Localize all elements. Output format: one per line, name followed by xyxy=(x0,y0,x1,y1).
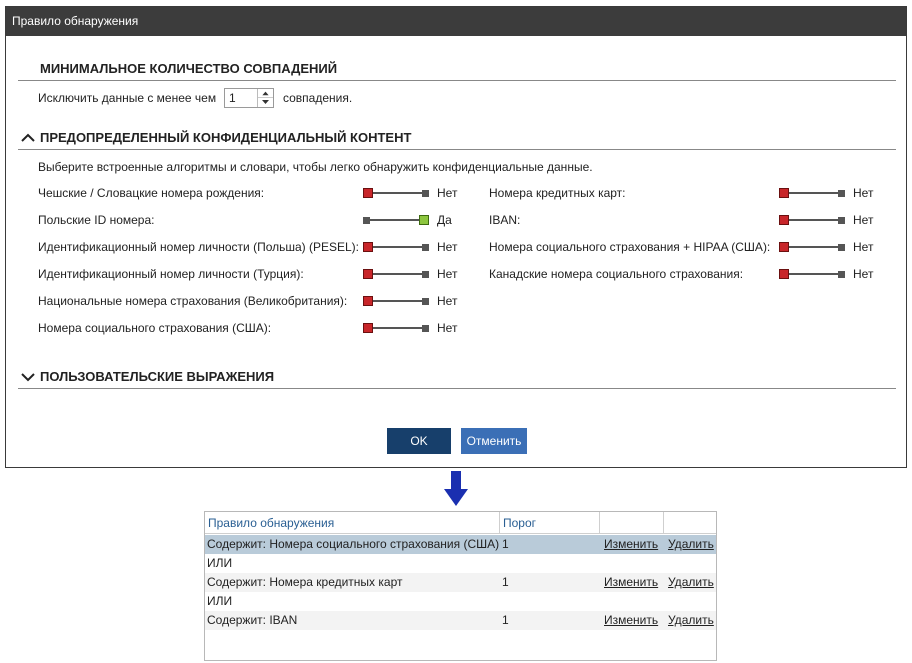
stepper-down-icon[interactable] xyxy=(258,98,273,107)
toggle-state-turkey-id: Нет xyxy=(437,267,458,281)
toggle-label-credit-cards: Номера кредитных карт: xyxy=(489,186,626,200)
rule-cell: Содержит: Номера социального страхования… xyxy=(207,537,500,551)
threshold-cell: 1 xyxy=(502,613,509,627)
ok-button[interactable]: OK xyxy=(387,428,451,454)
min-matches-section-header: МИНИМАЛЬНОЕ КОЛИЧЕСТВО СОВПАДЕНИЙ xyxy=(18,59,896,81)
toggle-state-credit-cards: Нет xyxy=(853,186,874,200)
or-separator: ИЛИ xyxy=(207,594,233,608)
arrow-down-icon xyxy=(444,471,468,506)
min-matches-heading: МИНИМАЛЬНОЕ КОЛИЧЕСТВО СОВПАДЕНИЙ xyxy=(40,61,338,76)
toggle-pesel[interactable] xyxy=(363,241,429,253)
rules-table: Правило обнаружения Порог Содержит: Номе… xyxy=(204,511,717,661)
toggle-state-canada-sin: Нет xyxy=(853,267,874,281)
table-row[interactable]: Содержит: Номера социального страхования… xyxy=(205,535,716,554)
toggle-label-czech-slovak: Чешские / Словацкие номера рождения: xyxy=(38,186,265,200)
toggle-state-ssn-hipaa: Нет xyxy=(853,240,874,254)
min-matches-value[interactable]: 1 xyxy=(229,91,236,105)
predefined-description: Выберите встроенные алгоритмы и словари,… xyxy=(38,160,593,174)
toggle-state-us-ssn: Нет xyxy=(437,321,458,335)
toggle-label-uk-nino: Национальные номера страхования (Великоб… xyxy=(38,294,348,308)
delete-link[interactable]: Удалить xyxy=(668,575,714,589)
toggle-label-iban: IBAN: xyxy=(489,213,521,227)
toggle-state-czech-slovak: Нет xyxy=(437,186,458,200)
predefined-heading: ПРЕДОПРЕДЕЛЕННЫЙ КОНФИДЕНЦИАЛЬНЫЙ КОНТЕН… xyxy=(40,130,412,145)
dialog-title: Правило обнаружения xyxy=(6,7,906,36)
detection-rule-dialog: Правило обнаружения МИНИМАЛЬНОЕ КОЛИЧЕСТ… xyxy=(5,6,907,468)
edit-link[interactable]: Изменить xyxy=(604,613,658,627)
toggle-us-ssn[interactable] xyxy=(363,322,429,334)
min-matches-stepper[interactable]: 1 xyxy=(224,88,274,108)
column-header-edit xyxy=(600,512,664,534)
toggle-label-polish-id: Польские ID номера: xyxy=(38,213,155,227)
custom-section-header[interactable]: ПОЛЬЗОВАТЕЛЬСКИЕ ВЫРАЖЕНИЯ xyxy=(18,367,896,389)
toggle-label-us-ssn: Номера социального страхования (США): xyxy=(38,321,272,335)
min-matches-prefix: Исключить данные с менее чем xyxy=(38,91,217,105)
delete-link[interactable]: Удалить xyxy=(668,537,714,551)
toggle-state-polish-id: Да xyxy=(437,213,452,227)
threshold-cell: 1 xyxy=(502,537,509,551)
cancel-button[interactable]: Отменить xyxy=(461,428,527,454)
toggle-label-pesel: Идентификационный номер личности (Польша… xyxy=(38,240,360,254)
chevron-down-icon[interactable] xyxy=(20,369,36,385)
table-header: Правило обнаружения Порог xyxy=(205,512,716,534)
toggle-canada-sin[interactable] xyxy=(779,268,845,280)
toggle-czech-slovak[interactable] xyxy=(363,187,429,199)
min-matches-suffix: совпадения. xyxy=(283,91,353,105)
column-header-rule: Правило обнаружения xyxy=(205,512,500,534)
stepper-buttons xyxy=(257,89,273,107)
toggle-iban[interactable] xyxy=(779,214,845,226)
toggle-label-canada-sin: Канадские номера социального страхования… xyxy=(489,267,744,281)
rule-cell: Содержит: Номера кредитных карт xyxy=(207,575,403,589)
table-row[interactable]: Содержит: IBAN 1 Изменить Удалить xyxy=(205,611,716,630)
toggle-credit-cards[interactable] xyxy=(779,187,845,199)
toggle-state-iban: Нет xyxy=(853,213,874,227)
toggle-polish-id[interactable] xyxy=(363,214,429,226)
column-header-delete xyxy=(664,512,716,534)
edit-link[interactable]: Изменить xyxy=(604,537,658,551)
toggle-uk-nino[interactable] xyxy=(363,295,429,307)
chevron-up-icon[interactable] xyxy=(20,130,36,146)
toggle-label-ssn-hipaa: Номера социального страхования + HIPAA (… xyxy=(489,240,771,254)
toggle-state-pesel: Нет xyxy=(437,240,458,254)
toggle-label-turkey-id: Идентификационный номер личности (Турция… xyxy=(38,267,304,281)
toggle-ssn-hipaa[interactable] xyxy=(779,241,845,253)
delete-link[interactable]: Удалить xyxy=(668,613,714,627)
or-separator: ИЛИ xyxy=(207,556,233,570)
predefined-section-header[interactable]: ПРЕДОПРЕДЕЛЕННЫЙ КОНФИДЕНЦИАЛЬНЫЙ КОНТЕН… xyxy=(18,128,896,150)
table-row[interactable]: Содержит: Номера кредитных карт 1 Измени… xyxy=(205,573,716,592)
toggle-state-uk-nino: Нет xyxy=(437,294,458,308)
stepper-up-icon[interactable] xyxy=(258,89,273,98)
rule-cell: Содержит: IBAN xyxy=(207,613,298,627)
custom-heading: ПОЛЬЗОВАТЕЛЬСКИЕ ВЫРАЖЕНИЯ xyxy=(40,369,275,384)
edit-link[interactable]: Изменить xyxy=(604,575,658,589)
column-header-threshold: Порог xyxy=(500,512,600,534)
toggle-turkey-id[interactable] xyxy=(363,268,429,280)
threshold-cell: 1 xyxy=(502,575,509,589)
